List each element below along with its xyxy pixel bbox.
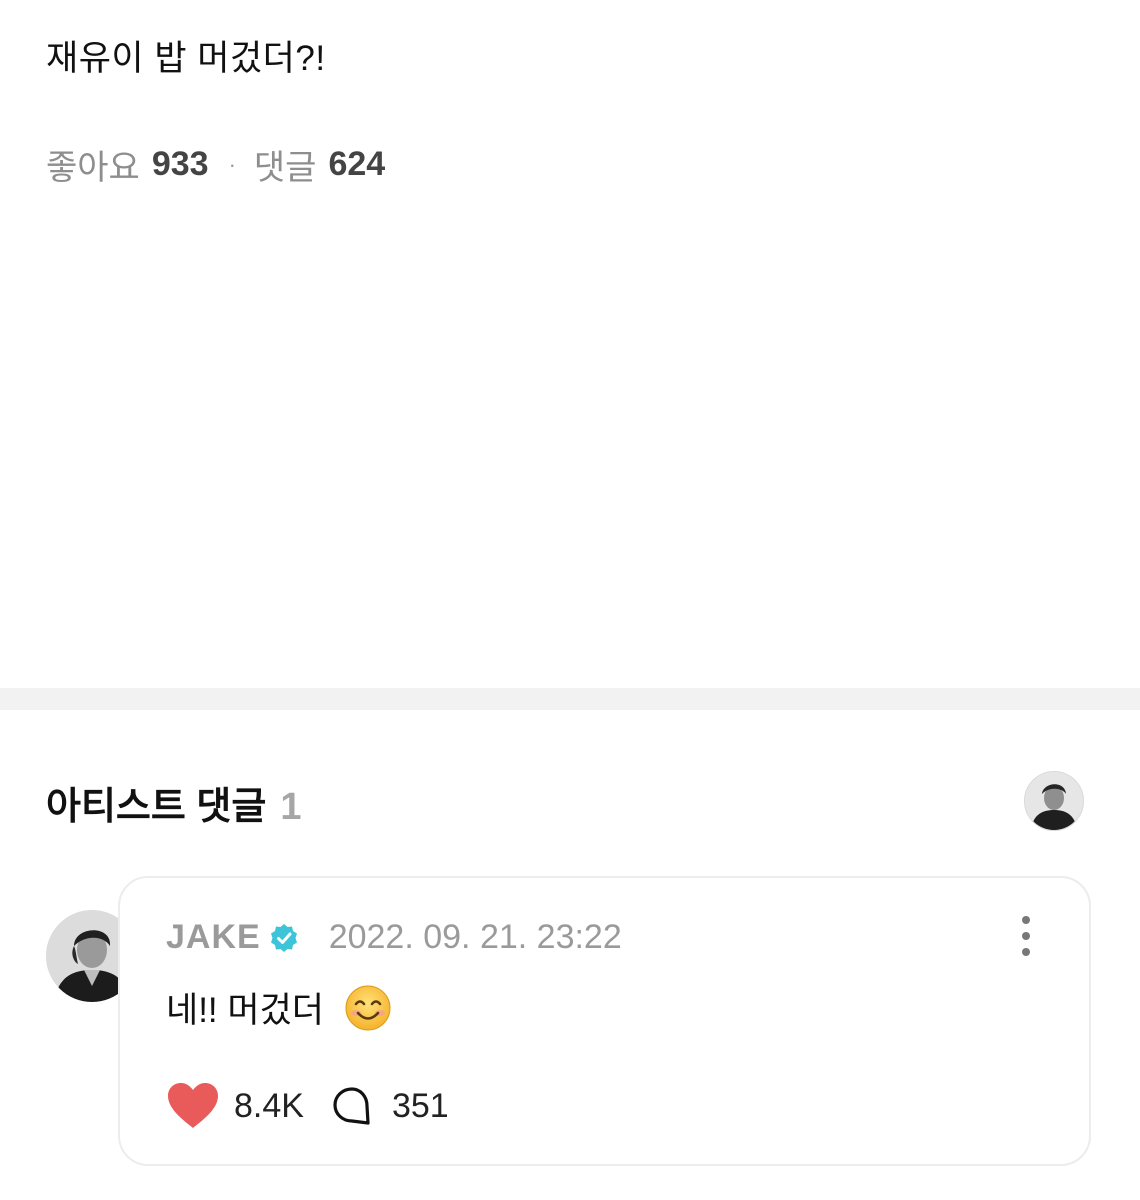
more-dot <box>1022 932 1030 940</box>
post-stats: 좋아요 933 · 댓글 624 <box>46 140 385 189</box>
verified-badge-icon <box>270 923 297 952</box>
reply-count[interactable]: 351 <box>392 1087 449 1126</box>
comment-card: JAKE 2022. 09. 21. 23:22 네!! 머겄더 8.4K 35… <box>118 876 1091 1166</box>
comments-label[interactable]: 댓글 <box>254 140 317 189</box>
comment-body: 네!! 머겄더 <box>166 982 392 1033</box>
more-dot <box>1022 948 1030 956</box>
section-divider <box>0 688 1140 710</box>
avatar-photo <box>1025 772 1083 830</box>
likes-count[interactable]: 933 <box>152 145 209 184</box>
comment-timestamp: 2022. 09. 21. 23:22 <box>328 918 622 956</box>
artist-filter-avatar[interactable] <box>1024 771 1084 831</box>
smiling-face-icon <box>345 985 391 1030</box>
likes-label[interactable]: 좋아요 <box>46 140 140 189</box>
comment-author-name[interactable]: JAKE <box>166 918 261 957</box>
post-text: 재유이 밥 머겄더?! <box>46 39 326 78</box>
like-count[interactable]: 8.4K <box>234 1087 304 1126</box>
more-dot <box>1022 916 1030 924</box>
artist-comments-label: 아티스트 댓글 <box>46 786 267 828</box>
comment-actions: 8.4K 351 <box>166 1082 449 1130</box>
artist-comments-count: 1 <box>280 786 302 828</box>
more-options-icon[interactable] <box>1019 916 1033 956</box>
stats-separator: · <box>228 151 236 177</box>
artist-comments-title: 아티스트 댓글 1 <box>46 775 301 830</box>
speech-bubble-icon[interactable] <box>332 1086 372 1126</box>
comment-header: JAKE 2022. 09. 21. 23:22 <box>166 918 622 957</box>
comment-text: 네!! 머겄더 <box>166 991 324 1030</box>
heart-icon[interactable] <box>166 1082 220 1130</box>
comments-count[interactable]: 624 <box>328 145 385 184</box>
